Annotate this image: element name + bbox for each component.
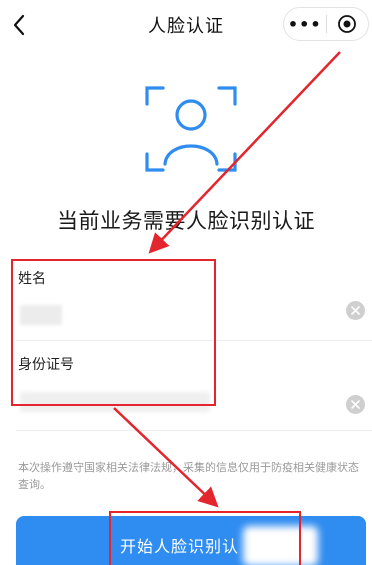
mini-program-capsule: ••• (283, 7, 369, 41)
clear-icon (351, 400, 360, 409)
divider (16, 430, 372, 431)
close-button[interactable] (326, 8, 368, 40)
target-icon (338, 15, 357, 33)
face-scan-icon (145, 86, 237, 172)
top-nav: 人脸认证 ••• (0, 0, 372, 50)
clear-icon (351, 306, 360, 315)
headline: 当前业务需要人脸识别认证 (57, 209, 315, 233)
face-verification-page: 人脸认证 ••• 当前业务需要人脸识别认证 姓名 身份证号 本次操作遵守国家相关… (0, 0, 372, 565)
annotation-box-form (11, 259, 216, 406)
clear-id-button[interactable] (346, 395, 365, 414)
annotation-box-button (109, 511, 301, 565)
privacy-notice: 本次操作遵守国家相关法律法规，采集的信息仅用于防疫相关健康状态查询。 (18, 461, 359, 491)
more-button[interactable]: ••• (284, 8, 326, 40)
clear-name-button[interactable] (346, 301, 365, 320)
